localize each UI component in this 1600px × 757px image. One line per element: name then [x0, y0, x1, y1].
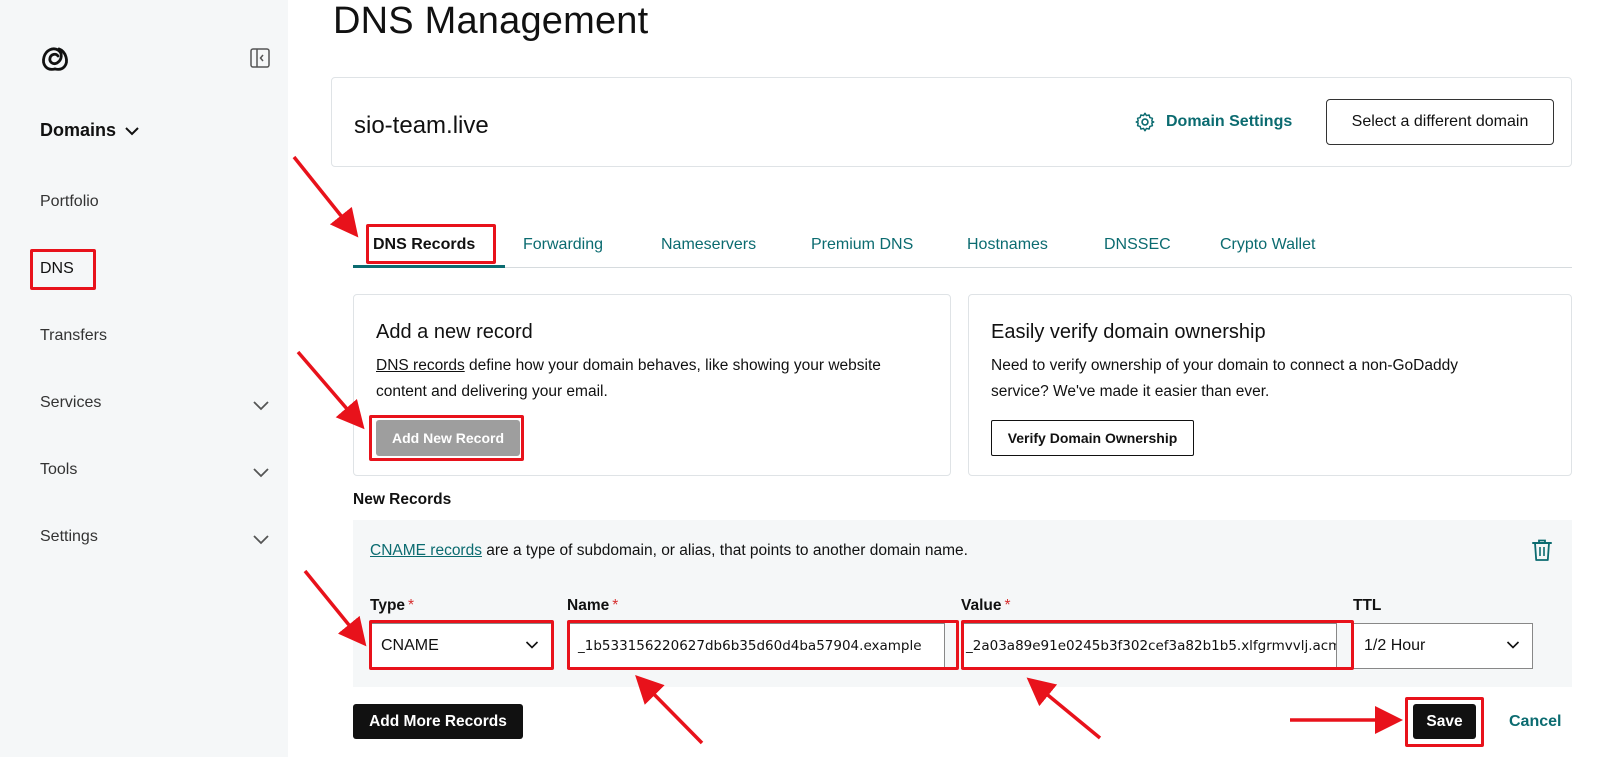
tab-forwarding[interactable]: Forwarding [523, 236, 603, 254]
cname-records-link[interactable]: CNAME records [370, 542, 482, 559]
verify-title: Easily verify domain ownership [991, 321, 1266, 343]
add-new-record-button[interactable]: Add New Record [376, 420, 520, 456]
ttl-label: TTL [1353, 597, 1382, 614]
sidebar-item-settings[interactable]: Settings [40, 528, 98, 546]
arrow-to-value [1026, 677, 1102, 740]
arrow-to-add-new-record [296, 350, 365, 430]
chevron-down-icon [1506, 641, 1520, 649]
chevron-down-icon [525, 641, 539, 649]
domain-settings-label: Domain Settings [1166, 113, 1293, 130]
add-record-title: Add a new record [376, 321, 533, 343]
type-select[interactable]: CNAME [370, 623, 552, 669]
cname-description-text: are a type of subdomain, or alias, that … [481, 542, 968, 559]
domain-name: sio-team.live [354, 112, 489, 139]
add-more-records-button[interactable]: Add More Records [353, 704, 523, 739]
tab-premium-dns[interactable]: Premium DNS [811, 236, 913, 254]
value-input[interactable]: _2a03a89e91e0245b3f302cef3a82b1b5.xlfgrm… [961, 623, 1337, 669]
required-mark: * [612, 597, 619, 614]
verify-description: Need to verify ownership of your domain … [991, 357, 1458, 400]
chevron-down-icon[interactable] [252, 533, 270, 545]
tab-crypto-wallet[interactable]: Crypto Wallet [1220, 236, 1315, 254]
cname-description: CNAME records are a type of subdomain, o… [370, 542, 968, 560]
type-select-value: CNAME [381, 637, 439, 654]
ttl-select[interactable]: 1/2 Hour [1353, 623, 1533, 669]
gear-icon [1135, 112, 1155, 132]
sidebar-item-services[interactable]: Services [40, 394, 101, 412]
nav-heading-domains[interactable]: Domains [40, 120, 140, 141]
type-label-text: Type [370, 597, 406, 614]
chevron-down-icon[interactable] [252, 399, 270, 411]
name-label-text: Name [567, 597, 610, 614]
godaddy-logo-icon[interactable] [40, 44, 70, 72]
add-record-description: DNS records define how your domain behav… [376, 353, 896, 405]
type-label: Type * [370, 597, 414, 615]
name-input-value: _1b533156220627db6b35d60d4ba57904.exampl… [578, 638, 922, 654]
name-label: Name * [567, 597, 618, 615]
chevron-down-icon [125, 126, 139, 135]
arrow-to-name [635, 675, 704, 745]
sidebar: Domains Portfolio DNS Transfers Services… [0, 0, 288, 757]
chevron-down-icon[interactable] [252, 466, 270, 478]
ttl-select-value: 1/2 Hour [1364, 637, 1426, 654]
domain-card: sio-team.live Domain Settings Select a d… [331, 77, 1572, 167]
save-button[interactable]: Save [1413, 704, 1476, 739]
new-record-panel: CNAME records are a type of subdomain, o… [353, 520, 1572, 687]
tab-nameservers[interactable]: Nameservers [661, 236, 756, 254]
sidebar-item-tools[interactable]: Tools [40, 461, 77, 479]
new-records-heading: New Records [353, 491, 452, 508]
trash-icon[interactable] [1531, 538, 1553, 562]
value-label-text: Value [961, 597, 1002, 614]
value-label: Value * [961, 597, 1011, 615]
tab-dnssec[interactable]: DNSSEC [1104, 236, 1171, 254]
tab-hostnames[interactable]: Hostnames [967, 236, 1048, 254]
value-input-value: _2a03a89e91e0245b3f302cef3a82b1b5.xlfgrm… [966, 638, 1337, 654]
sidebar-item-dns[interactable]: DNS [40, 260, 74, 278]
select-different-domain-button[interactable]: Select a different domain [1326, 99, 1554, 145]
verify-ownership-card: Easily verify domain ownership Need to v… [968, 294, 1572, 476]
name-input[interactable]: _1b533156220627db6b35d60d4ba57904.exampl… [567, 623, 945, 669]
sidebar-item-transfers[interactable]: Transfers [40, 327, 107, 345]
tab-bar: DNS Records Forwarding Nameservers Premi… [353, 222, 1572, 268]
required-mark: * [1004, 597, 1011, 614]
verify-domain-ownership-button[interactable]: Verify Domain Ownership [991, 420, 1194, 456]
add-record-card: Add a new record DNS records define how … [353, 294, 951, 476]
active-tab-indicator [353, 265, 505, 268]
domain-settings-link[interactable]: Domain Settings [1134, 111, 1292, 133]
nav-heading-label: Domains [40, 120, 117, 140]
dns-records-link[interactable]: DNS records [376, 357, 465, 374]
sidebar-collapse-icon[interactable] [250, 48, 270, 68]
required-mark: * [408, 597, 415, 614]
sidebar-item-portfolio[interactable]: Portfolio [40, 193, 99, 211]
cancel-link[interactable]: Cancel [1509, 713, 1561, 731]
tab-dns-records[interactable]: DNS Records [373, 236, 475, 254]
page-title: DNS Management [333, 0, 649, 42]
arrow-to-dns-records-tab [292, 155, 359, 238]
